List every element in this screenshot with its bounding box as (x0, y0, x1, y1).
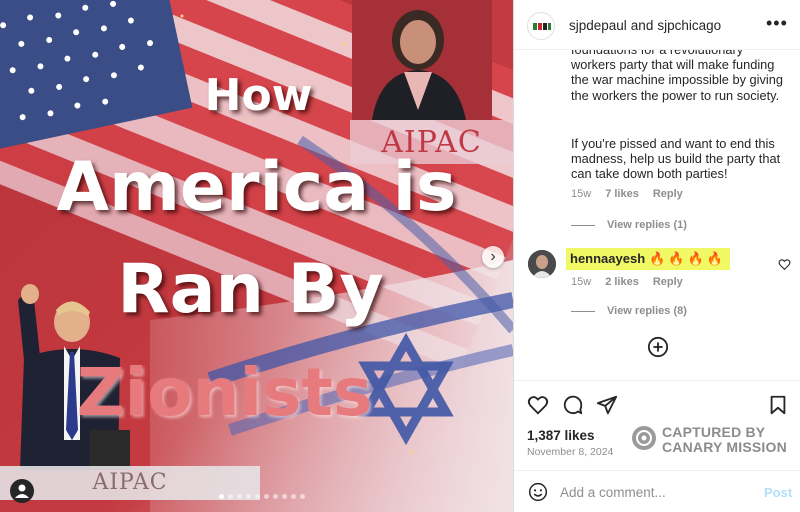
comment-bubble-icon[interactable] (562, 394, 584, 416)
watermark: CAPTURED BY CANARY MISSION (632, 424, 792, 458)
author-separator: and (630, 18, 654, 33)
carousel-dot (273, 494, 278, 499)
post-media-image: AIPAC AIPAC How America is Ran By Zionis… (0, 0, 513, 512)
comment-time-2: 15w (571, 276, 592, 288)
post-actions-bar (514, 380, 800, 420)
reply-button[interactable]: Reply (653, 188, 683, 200)
carousel-dot (237, 494, 242, 499)
post-authors: sjpdepaul and sjpchicago (569, 18, 721, 33)
avatar-photo (528, 250, 556, 278)
headline-line-3: Ran By (117, 250, 384, 329)
chevron-right-icon: › (490, 248, 496, 265)
comments-list[interactable]: foundations for a revolutionary workers … (514, 50, 800, 380)
post-side-panel: sjpdepaulandsjpchicago ••• foundations f… (513, 0, 800, 512)
tagged-users-button[interactable] (10, 479, 34, 503)
commenter-username[interactable]: hennaayesh (570, 251, 645, 266)
carousel-next-button[interactable]: › (482, 246, 504, 268)
likes-count[interactable]: 1,387 likes (527, 428, 595, 443)
author-username-2[interactable]: sjpchicago (657, 18, 721, 33)
carousel-dot (291, 494, 296, 499)
reply-button-2[interactable]: Reply (653, 276, 683, 288)
view-replies-label-2: View replies (8) (607, 305, 687, 317)
post-header: sjpdepaul and sjpchicago ••• (514, 0, 800, 50)
comment-input[interactable] (560, 481, 750, 503)
comment-time: 15w (571, 188, 592, 200)
user-tag-icon (15, 484, 29, 498)
view-replies-button-2[interactable]: View replies (8) (571, 305, 687, 317)
carousel-dot (255, 494, 260, 499)
more-options-icon[interactable]: ••• (766, 13, 788, 33)
comment-meta-2: 15w 2 likes Reply (571, 276, 697, 288)
watermark-line-2: CANARY MISSION (662, 439, 787, 455)
carousel-dot (300, 494, 305, 499)
commenter-avatar[interactable] (528, 250, 556, 278)
comment-likes[interactable]: 7 likes (605, 188, 639, 200)
carousel-dot (228, 494, 233, 499)
headline-line-2: America is (56, 148, 457, 227)
comment-likes-2[interactable]: 2 likes (605, 276, 639, 288)
carousel-dot (282, 494, 287, 499)
headline-line-4: Zionists (76, 354, 373, 431)
load-more-comments-icon[interactable] (647, 336, 669, 358)
share-send-icon[interactable] (596, 394, 618, 416)
like-comment-heart-icon[interactable] (778, 258, 791, 271)
carousel-dot (219, 494, 224, 499)
watermark-line-1: CAPTURED BY (662, 424, 766, 440)
add-comment-bar: Post (514, 470, 800, 512)
author-avatar[interactable] (527, 12, 555, 40)
carousel-dot (264, 494, 269, 499)
save-bookmark-icon[interactable] (767, 394, 789, 416)
view-replies-button[interactable]: View replies (1) (571, 219, 687, 231)
canary-mission-logo-icon (632, 426, 656, 450)
comment-text-paragraph-1: foundations for a revolutionary workers … (571, 50, 783, 103)
carousel-indicator (219, 494, 305, 499)
post-date: November 8, 2024 (527, 446, 614, 458)
emoji-smiley-icon[interactable] (528, 482, 548, 502)
fire-emoji-text: 🔥🔥🔥🔥 (649, 251, 726, 266)
sjp-logo-icon (532, 22, 552, 31)
view-replies-label: View replies (1) (607, 219, 687, 231)
replies-divider (571, 224, 595, 226)
comment-text-paragraph-2: If you're pissed and want to end this ma… (571, 136, 781, 182)
post-comment-button[interactable]: Post (764, 485, 792, 500)
author-username-1[interactable]: sjpdepaul (569, 18, 627, 33)
headline-line-1: How (204, 70, 313, 121)
replies-divider-2 (571, 310, 595, 312)
comment-highlight: hennaayesh 🔥🔥🔥🔥 (566, 248, 730, 270)
carousel-dot (246, 494, 251, 499)
like-heart-icon[interactable] (527, 394, 549, 416)
comment-meta: 15w 7 likes Reply (571, 188, 697, 200)
